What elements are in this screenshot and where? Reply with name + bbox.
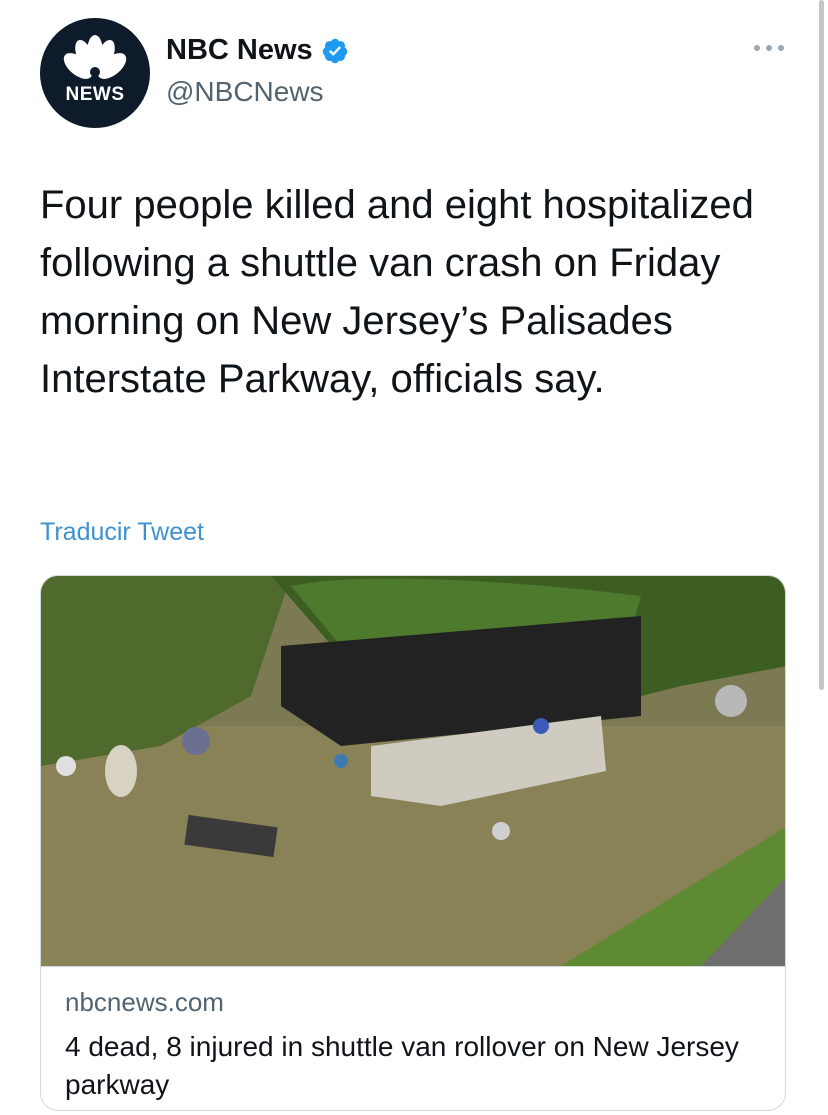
translate-tweet-link[interactable]: Traducir Tweet [40, 518, 204, 547]
avatar[interactable]: NEWS [40, 18, 150, 128]
display-name-text: NBC News [166, 34, 313, 66]
display-name[interactable]: NBC News [166, 34, 349, 67]
card-meta: nbcnews.com 4 dead, 8 injured in shuttle… [41, 966, 785, 1110]
tweet-text: Four people killed and eight hospitalize… [40, 183, 754, 401]
account-handle[interactable]: @NBCNews [166, 76, 324, 108]
more-options-icon[interactable] [754, 40, 784, 56]
card-title: 4 dead, 8 injured in shuttle van rollove… [65, 1031, 739, 1100]
link-preview-card[interactable]: nbcnews.com 4 dead, 8 injured in shuttle… [40, 575, 786, 1111]
verified-badge-icon [321, 37, 349, 65]
crash-scene-image [41, 576, 785, 966]
scrollbar[interactable] [819, 0, 824, 690]
nbc-peacock-icon [63, 35, 127, 79]
card-domain: nbcnews.com [65, 987, 224, 1017]
avatar-news-label: NEWS [65, 84, 125, 105]
